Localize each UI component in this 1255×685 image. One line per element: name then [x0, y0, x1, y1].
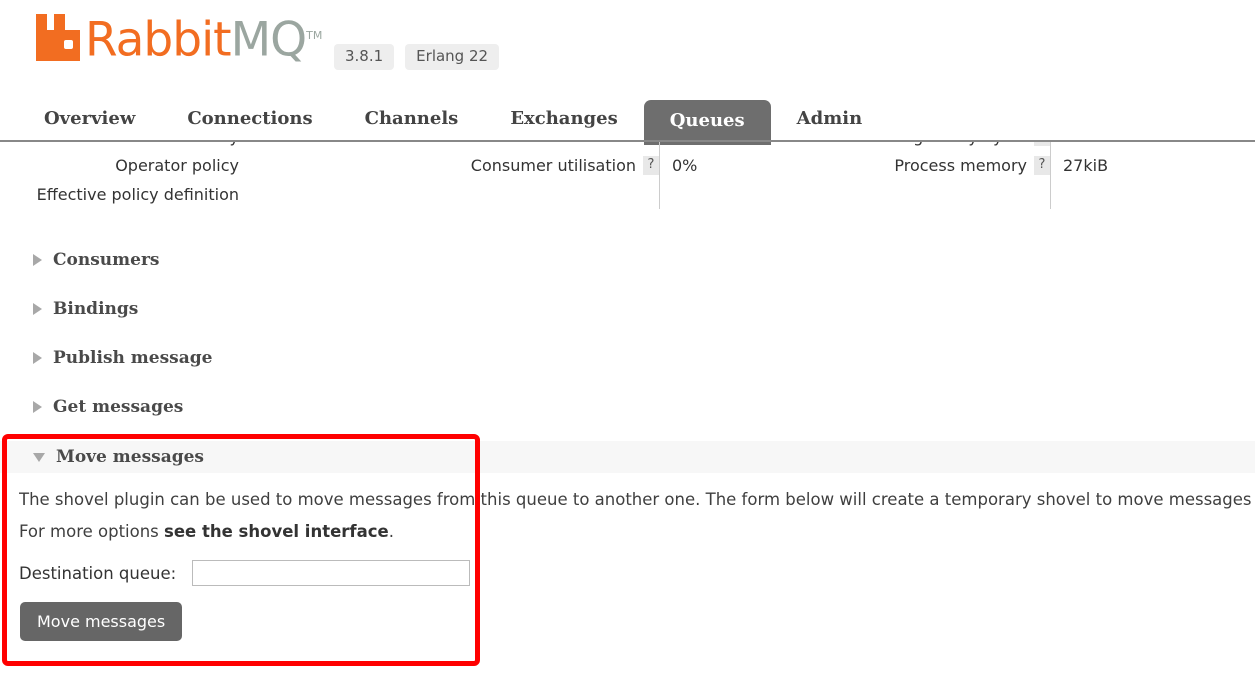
section-bindings[interactable]: Bindings [0, 294, 1255, 324]
section-consumers[interactable]: Consumers [0, 245, 1255, 275]
stat-value-process-memory: 27kiB [1063, 156, 1109, 175]
more-options-prefix: For more options [19, 522, 165, 541]
wordmark-rabbit: Rabbit [85, 12, 232, 68]
stats-group-consumers: Consumers Consumer utilisation? 0 0% [239, 142, 744, 209]
page-header: RabbitMQTM 3.8.1 Erlang 22 [0, 0, 1255, 96]
destination-queue-row: Destination queue: [19, 560, 471, 586]
destination-queue-label: Destination queue: [19, 563, 177, 583]
destination-queue-input[interactable] [192, 560, 471, 586]
section-title-bindings: Bindings [53, 299, 139, 319]
move-messages-description: The shovel plugin can be used to move me… [19, 490, 1255, 509]
chevron-right-icon [33, 401, 42, 413]
wordmark-tm: TM [306, 29, 323, 42]
chevron-down-icon [33, 452, 45, 462]
move-messages-more-options: For more options see the shovel interfac… [19, 522, 394, 541]
stat-label-policy: Policy [0, 142, 239, 151]
stat-label-effective-policy: Effective policy definition [36, 185, 239, 204]
section-move-messages[interactable]: Move messages [33, 447, 204, 467]
msg-bytes-unacked: 0 [1243, 142, 1255, 151]
more-options-suffix: . [388, 522, 394, 541]
badge-version: 3.8.1 [334, 44, 395, 70]
tab-queues[interactable]: Queues [643, 100, 771, 145]
stat-label-consumers: Consumers [239, 142, 659, 151]
msg-bytes-ready: 183iB [1153, 142, 1211, 151]
stat-label-process-memory: Process memory? [744, 151, 1050, 180]
stat-value-consumer-utilisation: 0% [672, 156, 698, 175]
section-title-get-messages: Get messages [53, 397, 184, 417]
msg-bytes-total: 183iB [1063, 142, 1121, 151]
tab-overview[interactable]: Overview [18, 96, 161, 141]
stats-group-policy: Policy Operator policy Effective policy … [0, 142, 239, 209]
chevron-right-icon [33, 303, 42, 315]
stat-value-message-body-bytes: 183iB 183iB 0 [1063, 142, 1255, 151]
stat-label-message-body-bytes: Message body bytes? [744, 142, 1050, 151]
stat-label-consumer-utilisation: Consumer utilisation? [239, 151, 659, 180]
tab-exchanges[interactable]: Exchanges [484, 96, 643, 141]
stat-value-consumers: 0 [672, 142, 744, 151]
stats-group-memory: Message body bytes? Process memory? 183i… [744, 142, 1255, 209]
section-title-move-messages: Move messages [56, 447, 205, 467]
tab-channels[interactable]: Channels [339, 96, 485, 141]
rabbitmq-wordmark: RabbitMQTM [85, 12, 322, 64]
help-icon-consumer-utilisation[interactable]: ? [643, 156, 659, 175]
help-icon-process-memory[interactable]: ? [1034, 156, 1050, 175]
section-title-publish-message: Publish message [53, 348, 213, 368]
main-navigation: Overview Connections Channels Exchanges … [0, 96, 1255, 145]
shovel-interface-link[interactable]: see the shovel interface [164, 522, 389, 541]
queue-statistics: Policy Operator policy Effective policy … [0, 140, 1255, 227]
section-get-messages[interactable]: Get messages [0, 392, 1255, 422]
move-messages-button[interactable]: Move messages [20, 602, 183, 641]
version-badges: 3.8.1 Erlang 22 [334, 44, 500, 70]
tab-connections[interactable]: Connections [161, 96, 338, 141]
wordmark-mq: MQ [230, 12, 308, 68]
section-title-consumers: Consumers [53, 250, 160, 270]
rabbitmq-logo-icon [36, 13, 80, 61]
badge-erlang: Erlang 22 [405, 44, 500, 70]
section-publish-message[interactable]: Publish message [0, 343, 1255, 373]
stat-label-operator-policy: Operator policy [115, 156, 239, 175]
chevron-right-icon [33, 254, 42, 266]
rabbitmq-logo[interactable]: RabbitMQTM [36, 12, 322, 64]
chevron-right-icon [33, 352, 42, 364]
tab-admin[interactable]: Admin [771, 96, 889, 141]
help-icon-message-body-bytes[interactable]: ? [1034, 142, 1050, 146]
